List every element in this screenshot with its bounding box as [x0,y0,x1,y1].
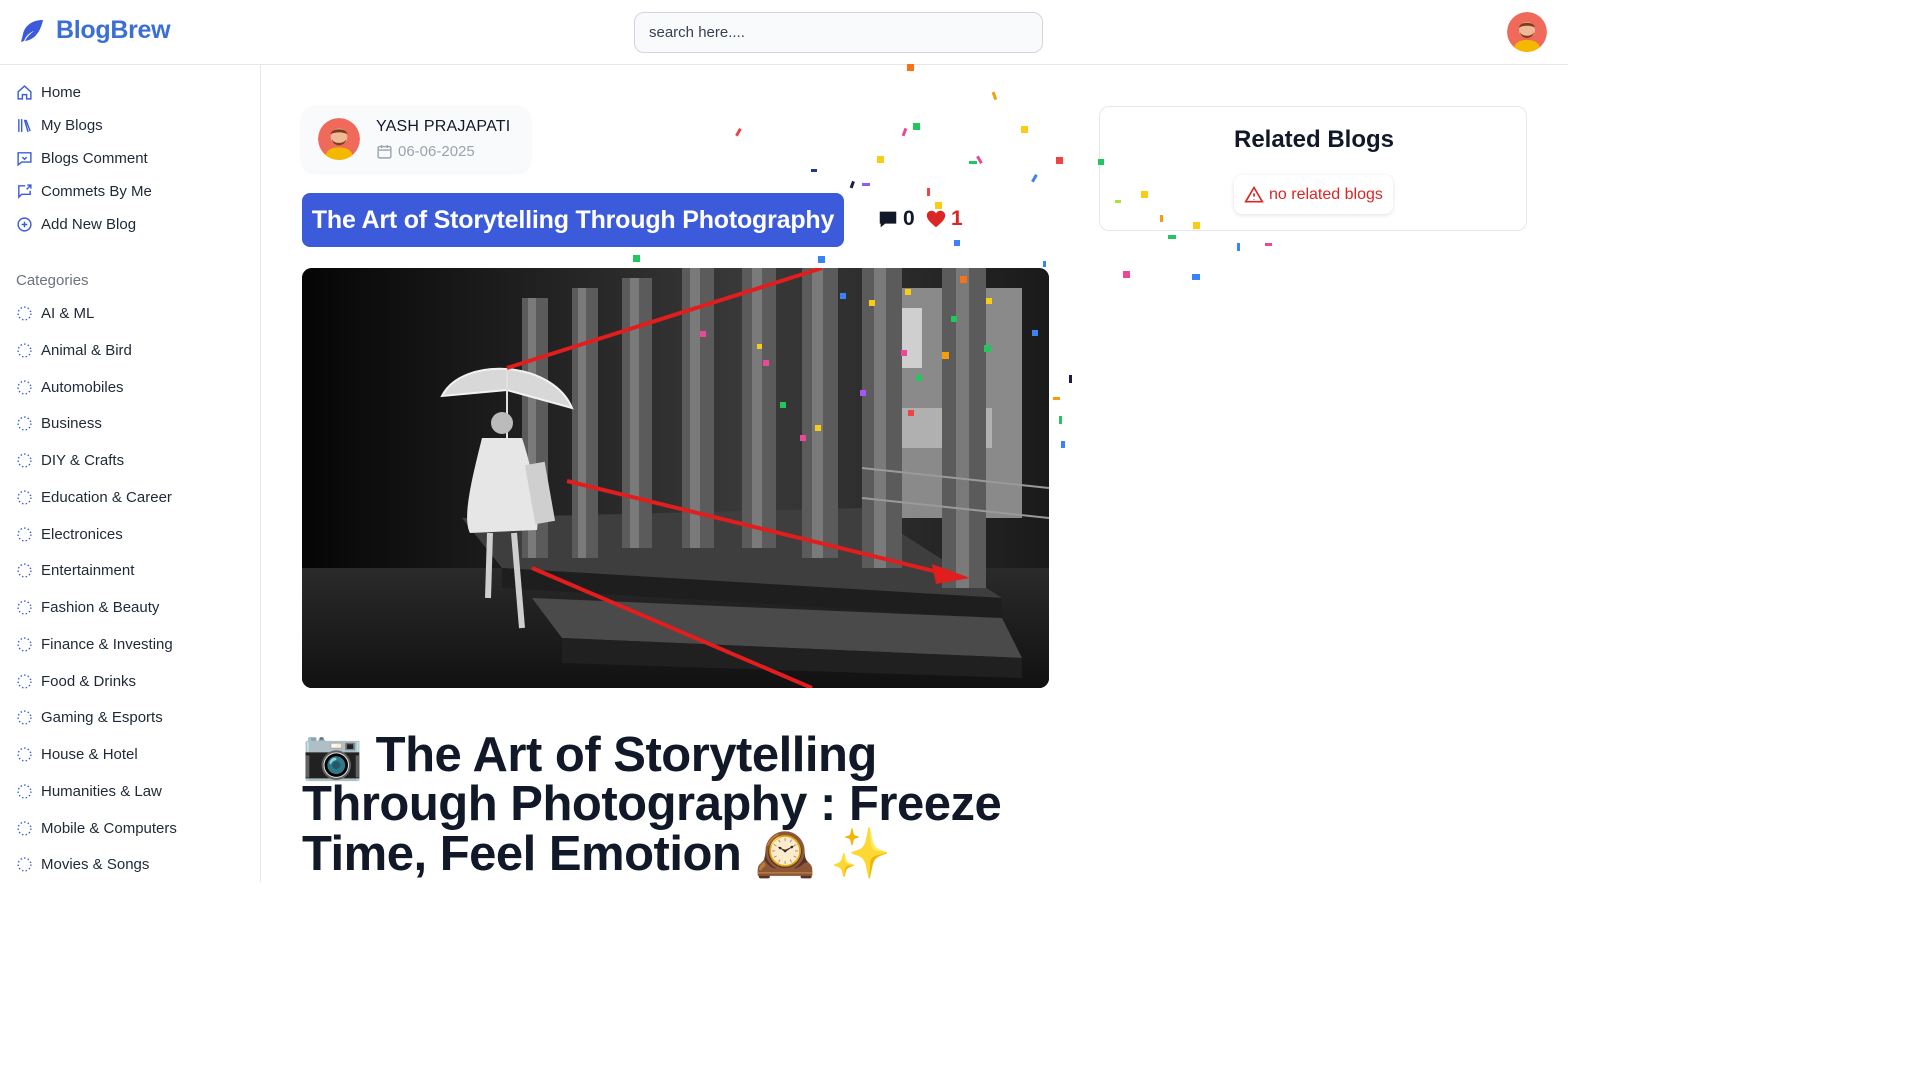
category-label: Movies & Songs [41,856,150,874]
category-item[interactable]: Humanities & Law [16,783,162,800]
calendar-icon [377,145,392,159]
author-name: YASH PRAJAPATI [376,118,511,135]
category-item[interactable]: AI & ML [16,305,94,322]
post-date: 06-06-2025 [376,143,475,160]
category-item[interactable]: Food & Drinks [16,673,136,690]
dotted-circle-icon [17,379,32,395]
category-item[interactable]: Business [16,415,102,432]
dotted-circle-icon [17,343,32,358]
dotted-circle-icon [17,416,32,431]
categories-heading: Categories [16,272,89,289]
category-label: Automobiles [41,378,124,396]
no-related-blogs-text: no related blogs [1269,185,1383,203]
plus-circle-icon [17,217,32,232]
category-item[interactable]: House & Hotel [16,746,138,763]
category-label: Food & Drinks [41,672,137,690]
like-count[interactable]: 1 [925,207,963,231]
category-label: Humanities & Law [41,782,162,800]
category-item[interactable]: Education & Career [16,489,172,506]
sidebar-item-label: Commets By Me [41,183,152,200]
feather-logo-icon [21,19,43,42]
author-avatar [318,118,360,160]
dotted-circle-icon [17,453,32,468]
category-label: Fashion & Beauty [41,599,160,616]
sidebar-item-my-blogs[interactable]: My Blogs [16,117,103,134]
post-cover-image [302,268,1049,688]
category-label: Finance & Investing [41,635,173,653]
category-item[interactable]: Electronices [16,526,123,543]
sidebar-item-label: Add New Blog [41,216,137,233]
category-label: AI & ML [41,305,95,322]
category-item[interactable]: Fashion & Beauty [16,599,159,616]
sidebar-item-add-new-blog[interactable]: Add New Blog [16,216,136,233]
sidebar-item-label: Home [41,84,82,101]
post-date-text: 06-06-2025 [398,143,475,160]
dotted-circle-icon [17,563,32,578]
sidebar-item-blogs-comment[interactable]: Blogs Comment [16,150,148,167]
post-title-badge: The Art of Storytelling Through Photogra… [302,193,844,247]
category-item[interactable]: Entertainment [16,562,134,579]
brand-name: BlogBrew [56,16,171,44]
clock-sparkles-emoji-icon: 🕰️ ✨ [754,825,891,882]
dotted-circle-icon [17,600,32,615]
dotted-circle-icon [17,673,32,689]
related-blogs-title: Related Blogs [1233,126,1395,153]
category-label: Animal & Bird [41,341,132,359]
category-label: Electronices [41,525,123,543]
category-item[interactable]: Automobiles [16,379,124,396]
category-item[interactable]: DIY & Crafts [16,452,124,469]
message-reply-icon [18,184,32,199]
top-bar: BlogBrew [0,0,1568,65]
category-label: Gaming & Esports [41,709,163,727]
category-label: Business [41,415,102,433]
related-blogs-panel: Related Blogs no related blogs [1099,106,1527,231]
camera-emoji-icon: 📷 [302,726,363,783]
comment-icon [879,211,897,228]
message-square-icon [17,152,32,167]
user-avatar[interactable] [1507,12,1547,52]
warning-icon [1244,185,1264,202]
dotted-circle-icon [17,306,32,321]
category-item[interactable]: Finance & Investing [16,636,173,653]
home-icon [17,85,32,100]
category-item[interactable]: Movies & Songs [16,856,149,873]
sidebar-item-home[interactable]: Home [16,84,81,101]
no-related-blogs-alert: no related blogs [1234,175,1393,214]
author-card[interactable]: YASH PRAJAPATI 06-06-2025 [302,106,530,172]
category-item[interactable]: Mobile & Computers [16,820,177,837]
dotted-circle-icon [17,490,32,505]
category-label: DIY & Crafts [41,452,125,469]
dotted-circle-icon [17,710,32,725]
post-heading: 📷 The Art of Storytelling Through Photog… [302,730,1002,879]
category-label: Education & Career [41,488,172,506]
dotted-circle-icon [17,820,32,836]
dotted-circle-icon [17,784,32,799]
category-item[interactable]: Animal & Bird [16,342,132,359]
heart-icon [926,210,946,228]
post-heading-text: The Art of Storytelling Through Photogra… [302,728,1002,881]
library-icon [18,119,31,133]
search-input[interactable] [634,12,1043,53]
dotted-circle-icon [17,857,32,872]
sidebar-item-comments-by-me[interactable]: Commets By Me [16,183,152,200]
comment-count-value: 0 [903,207,915,230]
category-label: House & Hotel [41,746,138,763]
dotted-circle-icon [17,526,32,542]
comment-count[interactable]: 0 [877,207,915,231]
brand[interactable]: BlogBrew [18,16,171,45]
category-label: Entertainment [41,562,135,580]
sidebar-item-label: My Blogs [41,117,103,134]
dotted-circle-icon [17,637,32,652]
category-label: Mobile & Computers [41,819,177,837]
category-item[interactable]: Gaming & Esports [16,709,163,726]
like-count-value: 1 [951,207,963,230]
sidebar: Home My Blogs Blogs Comment Commets By M… [0,65,261,882]
sidebar-item-label: Blogs Comment [41,150,148,167]
dotted-circle-icon [17,747,32,762]
